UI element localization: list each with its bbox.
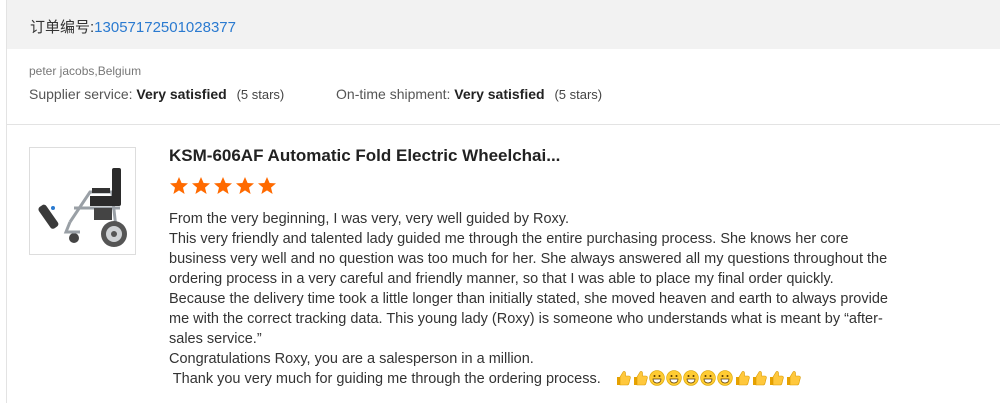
thumbs-up-emoji-icon (786, 371, 801, 386)
grin-emoji-icon (666, 370, 682, 386)
star-icon (236, 177, 254, 194)
grin-emoji-icon (717, 370, 733, 386)
service-ratings: Supplier service: Very satisfied (5 star… (29, 86, 602, 102)
order-id: 订单编号:13057172501028377 (30, 16, 236, 37)
review-text: From the very beginning, I was very, ver… (169, 209, 909, 389)
grin-emoji-icon (683, 370, 699, 386)
order-number-link[interactable]: 13057172501028377 (94, 19, 236, 36)
supplier-service-value: Very satisfied (136, 86, 227, 102)
review-line: Congratulations Roxy, you are a salesper… (169, 351, 534, 367)
review-line: From the very beginning, I was very, ver… (169, 211, 569, 227)
supplier-service-label: Supplier service: (29, 86, 133, 102)
product-title-link[interactable]: KSM-606AF Automatic Fold Electric Wheelc… (169, 146, 560, 166)
thumbs-up-emoji-icon (735, 371, 750, 386)
product-thumbnail[interactable] (29, 147, 136, 255)
star-icon (170, 177, 188, 194)
thumbs-up-emoji-icon (769, 371, 784, 386)
star-icon (192, 177, 210, 194)
star-icon (214, 177, 232, 194)
divider (7, 124, 1000, 125)
order-label: 订单编号: (30, 19, 95, 36)
thumbs-up-emoji-icon (752, 371, 767, 386)
shipment-value: Very satisfied (454, 86, 545, 102)
buyer-ratings: peter jacobs,Belgium Supplier service: V… (29, 64, 602, 102)
shipment-label: On-time shipment: (336, 86, 451, 102)
thumbs-up-emoji-icon (616, 371, 631, 386)
review-line: This very friendly and talented lady gui… (169, 231, 888, 287)
review-closing: Thank you very much for guiding me throu… (169, 371, 601, 387)
shipment-stars: (5 stars) (554, 87, 603, 102)
review-line: Thank you very much for guiding me throu… (169, 369, 909, 389)
buyer-name: peter jacobs,Belgium (29, 64, 142, 78)
feedback-card: 订单编号:13057172501028377 peter jacobs,Belg… (6, 0, 1000, 403)
emoji-row (615, 370, 801, 386)
product-rating (169, 176, 277, 196)
order-header: 订单编号:13057172501028377 (7, 0, 1000, 49)
thumbs-up-emoji-icon (633, 371, 648, 386)
review-line: Because the delivery time took a little … (169, 291, 888, 347)
grin-emoji-icon (700, 370, 716, 386)
grin-emoji-icon (649, 370, 665, 386)
wheelchair-image (38, 168, 127, 247)
supplier-service-stars: (5 stars) (236, 87, 285, 102)
star-icon (258, 177, 276, 194)
